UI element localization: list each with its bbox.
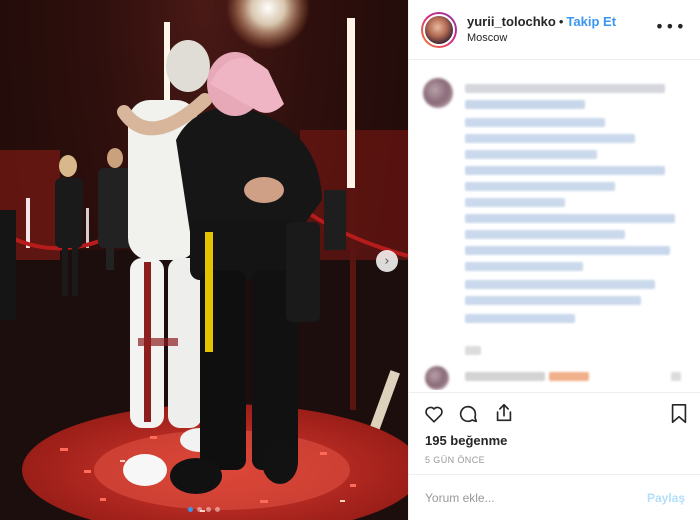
post-header: yurii_tolochko • Takip Et Moscow ••• xyxy=(409,0,700,60)
comment-input[interactable] xyxy=(425,490,647,505)
chevron-right-icon: › xyxy=(384,253,390,269)
post-timestamp[interactable]: 5 GÜN ÖNCE xyxy=(425,455,485,465)
carousel-dot xyxy=(215,507,220,512)
carousel-next-button[interactable]: › xyxy=(376,250,398,272)
blurred-text xyxy=(465,182,615,191)
blurred-text xyxy=(465,150,597,159)
comment-icon[interactable] xyxy=(457,403,479,430)
blurred-text xyxy=(465,214,675,223)
blurred-text xyxy=(465,346,481,355)
blurred-text xyxy=(465,100,585,109)
blurred-text xyxy=(465,198,565,207)
carousel-dot xyxy=(197,507,202,512)
carousel-dot xyxy=(188,507,193,512)
blurred-emoji xyxy=(549,372,589,381)
avatar-image xyxy=(423,13,455,46)
bookmark-icon[interactable] xyxy=(669,403,689,430)
blurred-text xyxy=(465,372,545,381)
blurred-text xyxy=(465,84,665,93)
post-location[interactable]: Moscow xyxy=(467,30,616,46)
share-icon[interactable] xyxy=(493,402,515,429)
blurred-text xyxy=(465,230,625,239)
post-comment-button[interactable]: Paylaş xyxy=(647,491,685,505)
blurred-avatar xyxy=(425,366,449,390)
follow-button[interactable]: Takip Et xyxy=(566,14,616,29)
blurred-text xyxy=(465,166,665,175)
more-horizontal-icon[interactable]: ••• xyxy=(655,19,686,35)
blurred-text xyxy=(465,262,583,271)
add-comment-bar: Paylaş xyxy=(409,474,700,520)
post-media[interactable]: › xyxy=(0,0,408,520)
carousel-dot xyxy=(206,507,211,512)
blurred-text xyxy=(465,246,670,255)
blurred-avatar xyxy=(423,78,453,108)
heart-icon[interactable] xyxy=(423,403,445,430)
author-info: yurii_tolochko • Takip Et Moscow xyxy=(467,14,616,46)
blurred-text xyxy=(465,314,575,323)
carousel-indicator xyxy=(0,507,408,512)
separator-dot: • xyxy=(558,13,564,29)
author-username[interactable]: yurii_tolochko xyxy=(467,14,556,29)
blurred-text xyxy=(465,296,641,305)
blurred-text xyxy=(465,280,655,289)
blurred-text xyxy=(465,134,635,143)
likes-count[interactable]: 195 beğenme xyxy=(425,433,507,448)
post-details-panel: yurii_tolochko • Takip Et Moscow ••• 195… xyxy=(408,0,700,520)
author-avatar[interactable] xyxy=(421,11,457,48)
blurred-text xyxy=(465,118,605,127)
caption-area xyxy=(409,60,700,390)
blurred-text xyxy=(671,372,681,381)
post-photo xyxy=(0,0,408,520)
